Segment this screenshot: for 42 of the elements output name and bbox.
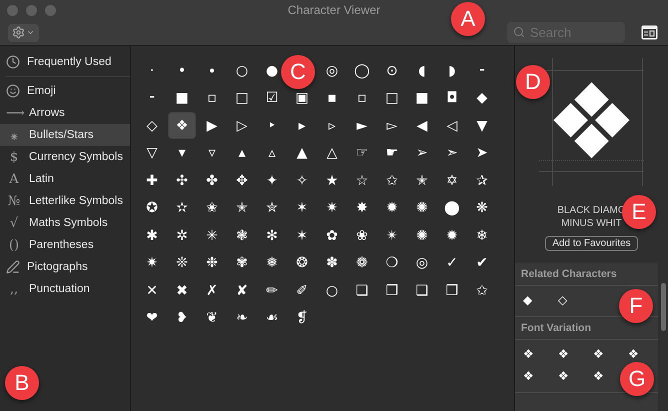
settings-menu-button[interactable] — [8, 24, 39, 42]
settings-icon — [12, 26, 25, 39]
close-button[interactable] — [7, 5, 18, 16]
character-variant[interactable]: ❖ — [593, 348, 604, 360]
category-item[interactable]: () Parentheses — [0, 234, 130, 256]
category-item[interactable]: ⟶ Arrows — [0, 102, 130, 124]
character-variant[interactable]: ❖ — [523, 348, 534, 360]
category-item[interactable]: √ Maths Symbols — [0, 212, 130, 234]
character-variant[interactable]: ❖ — [558, 370, 569, 382]
category-glyph: () — [8, 238, 20, 252]
category-glyph: ‚, — [8, 282, 20, 296]
character-variant[interactable]: ❖ — [558, 348, 569, 360]
chevron-down-icon — [26, 28, 35, 37]
category-item[interactable]: ‚, Punctuation — [0, 278, 130, 300]
smiley-icon — [6, 84, 20, 98]
category-item[interactable]: № Letterlike Symbols — [0, 190, 130, 212]
category-item[interactable]: ⁕ Bullets/Stars — [0, 124, 130, 146]
character-variant[interactable]: ❖ — [593, 370, 604, 382]
category-glyph: ⟶ — [6, 106, 22, 120]
keyboard-viewer-icon[interactable] — [641, 25, 658, 40]
zoom-button[interactable] — [45, 5, 56, 16]
character-cell[interactable]: ❖ — [169, 113, 195, 138]
add-to-favourites-button[interactable]: Add to Favourites — [545, 236, 638, 251]
window-title: Character Viewer — [288, 3, 380, 17]
category-item[interactable]: A Latin — [0, 168, 130, 190]
category-item[interactable]: Pictographs — [0, 256, 130, 278]
category-glyph: √ — [8, 216, 20, 230]
character-cell[interactable]: ⬤ — [443, 198, 461, 218]
category-glyph: № — [6, 194, 22, 208]
character-variant[interactable]: ◇ — [558, 294, 568, 306]
character-variant[interactable]: ❖ — [523, 370, 534, 382]
category-glyph: $ — [8, 150, 20, 164]
category-glyph: A — [8, 172, 20, 186]
category-item[interactable]: Emoji — [0, 80, 130, 102]
minimize-button[interactable] — [26, 5, 37, 16]
category-item[interactable]: $ Currency Symbols — [0, 146, 130, 168]
pen-icon — [6, 260, 20, 274]
character-variant[interactable]: ◆ — [523, 294, 532, 306]
character-variant[interactable]: ❖ — [628, 348, 639, 360]
category-glyph: ⁕ — [10, 128, 18, 144]
clock-icon — [6, 55, 20, 69]
category-item[interactable]: Frequently Used — [0, 51, 130, 73]
